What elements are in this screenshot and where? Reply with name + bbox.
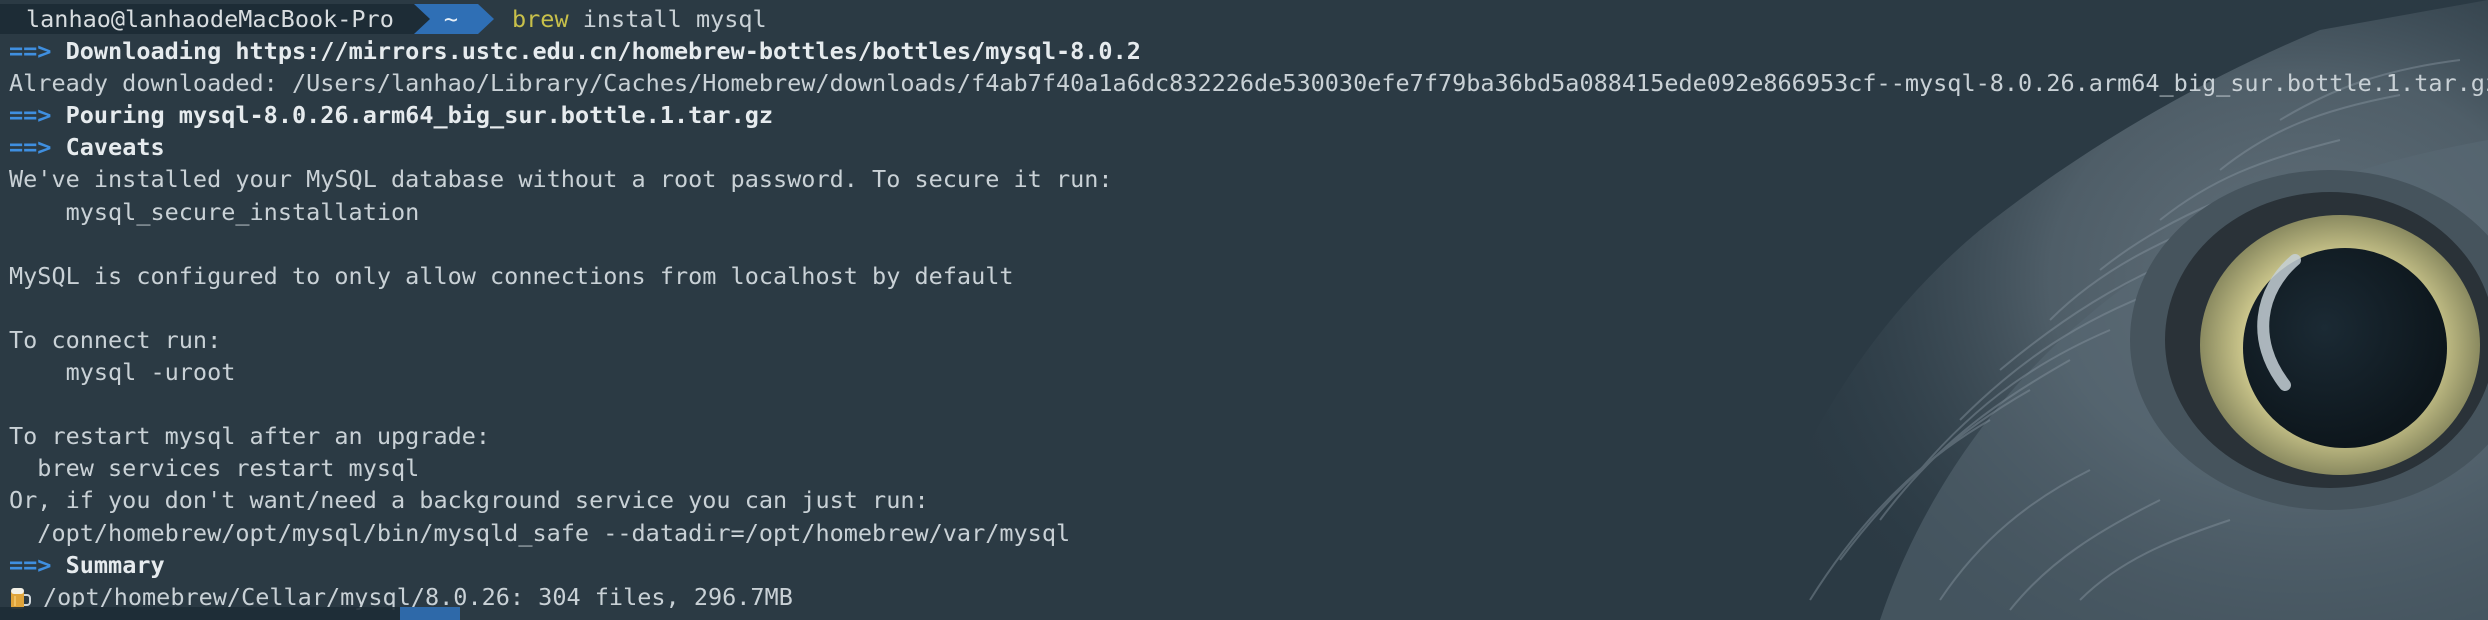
caveats-title: Caveats xyxy=(65,133,165,162)
arrow-marker: ==> xyxy=(9,550,52,579)
arrow-marker: ==> xyxy=(9,37,52,66)
command-args: install mysql xyxy=(568,5,767,34)
next-prompt-partial xyxy=(0,607,460,620)
command-name: brew xyxy=(512,5,569,34)
caveats-line: We've installed your MySQL database with… xyxy=(9,165,1113,194)
prompt-user-host: lanhao@lanhaodeMacBook-Pro xyxy=(0,4,430,35)
summary-title: Summary xyxy=(65,550,165,579)
shell-prompt: lanhao@lanhaodeMacBook-Pro ~ brew instal… xyxy=(0,3,2488,35)
caveats-line: mysql_secure_installation xyxy=(9,197,420,226)
caveats-line: mysql -uroot xyxy=(9,358,236,387)
arrow-marker: ==> xyxy=(9,133,52,162)
pouring-text: Pouring mysql-8.0.26.arm64_big_sur.bottl… xyxy=(65,101,774,130)
caveats-line: MySQL is configured to only allow connec… xyxy=(9,261,1014,290)
downloading-text: Downloading https://mirrors.ustc.edu.cn/… xyxy=(65,37,1141,66)
caveats-line: To connect run: xyxy=(9,325,222,354)
command-text: brew install mysql xyxy=(512,3,767,35)
caveats-line: /opt/homebrew/opt/mysql/bin/mysqld_safe … xyxy=(9,518,1071,547)
caveats-line: Or, if you don't want/need a background … xyxy=(9,486,929,515)
output-line-pouring: ==> Pouring mysql-8.0.26.arm64_big_sur.b… xyxy=(0,99,2488,131)
next-prompt-user-segment xyxy=(0,607,400,620)
arrow-marker: ==> xyxy=(9,101,52,130)
caveats-line: To restart mysql after an upgrade: xyxy=(9,422,491,451)
output-line-already-downloaded: Already downloaded: /Users/lanhao/Librar… xyxy=(9,69,2488,98)
caveats-line: brew services restart mysql xyxy=(9,454,420,483)
output-line-downloading: ==> Downloading https://mirrors.ustc.edu… xyxy=(0,35,2488,67)
next-prompt-dir-segment xyxy=(400,607,460,620)
terminal-output[interactable]: lanhao@lanhaodeMacBook-Pro ~ brew instal… xyxy=(0,3,2488,620)
output-line-summary: ==> Summary xyxy=(0,549,2488,581)
output-line-caveats: ==> Caveats xyxy=(0,131,2488,163)
